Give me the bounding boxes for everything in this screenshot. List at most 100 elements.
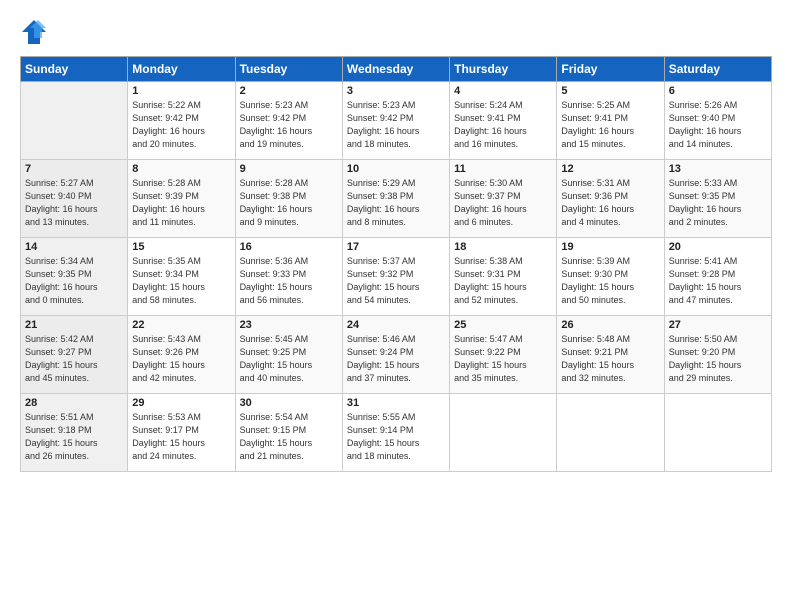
day-number: 20 [669,241,767,253]
day-info: Sunrise: 5:33 AMSunset: 9:35 PMDaylight:… [669,177,767,229]
col-header-monday: Monday [128,57,235,82]
day-number: 6 [669,85,767,97]
day-number: 19 [561,241,659,253]
day-info: Sunrise: 5:45 AMSunset: 9:25 PMDaylight:… [240,333,338,385]
calendar-page: SundayMondayTuesdayWednesdayThursdayFrid… [0,0,792,612]
calendar-cell: 24Sunrise: 5:46 AMSunset: 9:24 PMDayligh… [342,316,449,394]
day-info: Sunrise: 5:35 AMSunset: 9:34 PMDaylight:… [132,255,230,307]
day-number: 2 [240,85,338,97]
day-info: Sunrise: 5:47 AMSunset: 9:22 PMDaylight:… [454,333,552,385]
day-number: 26 [561,319,659,331]
day-info: Sunrise: 5:22 AMSunset: 9:42 PMDaylight:… [132,99,230,151]
day-number: 28 [25,397,123,409]
day-number: 5 [561,85,659,97]
col-header-friday: Friday [557,57,664,82]
day-info: Sunrise: 5:23 AMSunset: 9:42 PMDaylight:… [240,99,338,151]
day-info: Sunrise: 5:55 AMSunset: 9:14 PMDaylight:… [347,411,445,463]
calendar-cell: 6 Sunrise: 5:26 AMSunset: 9:40 PMDaylight… [664,82,771,160]
calendar-cell: 8 Sunrise: 5:28 AMSunset: 9:39 PMDaylight… [128,160,235,238]
day-info: Sunrise: 5:46 AMSunset: 9:24 PMDaylight:… [347,333,445,385]
calendar-cell: 3 Sunrise: 5:23 AMSunset: 9:42 PMDaylight… [342,82,449,160]
calendar-cell: 2 Sunrise: 5:23 AMSunset: 9:42 PMDaylight… [235,82,342,160]
col-header-tuesday: Tuesday [235,57,342,82]
week-row-2: 7 Sunrise: 5:27 AMSunset: 9:40 PMDaylight… [21,160,772,238]
calendar-cell: 14Sunrise: 5:34 AMSunset: 9:35 PMDayligh… [21,238,128,316]
calendar-cell: 11 Sunrise: 5:30 AMSunset: 9:37 PMDayligh… [450,160,557,238]
day-number: 22 [132,319,230,331]
day-info: Sunrise: 5:28 AMSunset: 9:38 PMDaylight:… [240,177,338,229]
calendar-cell: 16 Sunrise: 5:36 AMSunset: 9:33 PMDayligh… [235,238,342,316]
day-info: Sunrise: 5:51 AMSunset: 9:18 PMDaylight:… [25,411,123,463]
day-info: Sunrise: 5:34 AMSunset: 9:35 PMDaylight:… [25,255,123,307]
calendar-cell: 10 Sunrise: 5:29 AMSunset: 9:38 PMDayligh… [342,160,449,238]
day-number: 21 [25,319,123,331]
calendar-cell: 21 Sunrise: 5:42 AMSunset: 9:27 PMDayligh… [21,316,128,394]
calendar-cell: 26 Sunrise: 5:48 AMSunset: 9:21 PMDayligh… [557,316,664,394]
day-info: Sunrise: 5:31 AMSunset: 9:36 PMDaylight:… [561,177,659,229]
day-number: 1 [132,85,230,97]
calendar-cell: 13Sunrise: 5:33 AMSunset: 9:35 PMDayligh… [664,160,771,238]
day-number: 31 [347,397,445,409]
day-number: 16 [240,241,338,253]
day-number: 7 [25,163,123,175]
header-row: SundayMondayTuesdayWednesdayThursdayFrid… [21,57,772,82]
day-number: 9 [240,163,338,175]
day-info: Sunrise: 5:28 AMSunset: 9:39 PMDaylight:… [132,177,230,229]
day-info: Sunrise: 5:23 AMSunset: 9:42 PMDaylight:… [347,99,445,151]
calendar-cell: 15Sunrise: 5:35 AMSunset: 9:34 PMDayligh… [128,238,235,316]
col-header-wednesday: Wednesday [342,57,449,82]
day-number: 17 [347,241,445,253]
day-info: Sunrise: 5:41 AMSunset: 9:28 PMDaylight:… [669,255,767,307]
calendar-cell: 9 Sunrise: 5:28 AMSunset: 9:38 PMDaylight… [235,160,342,238]
week-row-1: 1 Sunrise: 5:22 AMSunset: 9:42 PMDaylight… [21,82,772,160]
day-info: Sunrise: 5:26 AMSunset: 9:40 PMDaylight:… [669,99,767,151]
calendar-cell: 23Sunrise: 5:45 AMSunset: 9:25 PMDayligh… [235,316,342,394]
calendar-cell: 12 Sunrise: 5:31 AMSunset: 9:36 PMDayligh… [557,160,664,238]
calendar-cell: 30 Sunrise: 5:54 AMSunset: 9:15 PMDayligh… [235,394,342,472]
calendar-table: SundayMondayTuesdayWednesdayThursdayFrid… [20,56,772,472]
day-info: Sunrise: 5:36 AMSunset: 9:33 PMDaylight:… [240,255,338,307]
calendar-cell: 28 Sunrise: 5:51 AMSunset: 9:18 PMDayligh… [21,394,128,472]
header [20,18,772,46]
calendar-cell [450,394,557,472]
day-info: Sunrise: 5:43 AMSunset: 9:26 PMDaylight:… [132,333,230,385]
day-info: Sunrise: 5:37 AMSunset: 9:32 PMDaylight:… [347,255,445,307]
calendar-cell: 20 Sunrise: 5:41 AMSunset: 9:28 PMDayligh… [664,238,771,316]
day-number: 29 [132,397,230,409]
week-row-5: 28 Sunrise: 5:51 AMSunset: 9:18 PMDayligh… [21,394,772,472]
logo-icon [20,18,48,46]
calendar-cell [21,82,128,160]
calendar-cell: 19 Sunrise: 5:39 AMSunset: 9:30 PMDayligh… [557,238,664,316]
day-number: 11 [454,163,552,175]
week-row-4: 21 Sunrise: 5:42 AMSunset: 9:27 PMDayligh… [21,316,772,394]
day-info: Sunrise: 5:39 AMSunset: 9:30 PMDaylight:… [561,255,659,307]
day-number: 12 [561,163,659,175]
day-number: 8 [132,163,230,175]
day-info: Sunrise: 5:25 AMSunset: 9:41 PMDaylight:… [561,99,659,151]
day-info: Sunrise: 5:29 AMSunset: 9:38 PMDaylight:… [347,177,445,229]
week-row-3: 14Sunrise: 5:34 AMSunset: 9:35 PMDayligh… [21,238,772,316]
calendar-cell [664,394,771,472]
calendar-cell: 4Sunrise: 5:24 AMSunset: 9:41 PMDaylight… [450,82,557,160]
day-info: Sunrise: 5:30 AMSunset: 9:37 PMDaylight:… [454,177,552,229]
calendar-cell: 1 Sunrise: 5:22 AMSunset: 9:42 PMDaylight… [128,82,235,160]
day-number: 18 [454,241,552,253]
day-info: Sunrise: 5:48 AMSunset: 9:21 PMDaylight:… [561,333,659,385]
day-info: Sunrise: 5:42 AMSunset: 9:27 PMDaylight:… [25,333,123,385]
calendar-cell: 29Sunrise: 5:53 AMSunset: 9:17 PMDayligh… [128,394,235,472]
calendar-cell: 7 Sunrise: 5:27 AMSunset: 9:40 PMDaylight… [21,160,128,238]
day-info: Sunrise: 5:27 AMSunset: 9:40 PMDaylight:… [25,177,123,229]
day-number: 30 [240,397,338,409]
day-number: 3 [347,85,445,97]
day-info: Sunrise: 5:38 AMSunset: 9:31 PMDaylight:… [454,255,552,307]
col-header-sunday: Sunday [21,57,128,82]
day-info: Sunrise: 5:50 AMSunset: 9:20 PMDaylight:… [669,333,767,385]
day-info: Sunrise: 5:54 AMSunset: 9:15 PMDaylight:… [240,411,338,463]
logo [20,18,52,46]
calendar-cell: 22 Sunrise: 5:43 AMSunset: 9:26 PMDayligh… [128,316,235,394]
calendar-cell: 18 Sunrise: 5:38 AMSunset: 9:31 PMDayligh… [450,238,557,316]
calendar-cell: 5 Sunrise: 5:25 AMSunset: 9:41 PMDaylight… [557,82,664,160]
calendar-cell: 25Sunrise: 5:47 AMSunset: 9:22 PMDayligh… [450,316,557,394]
day-info: Sunrise: 5:24 AMSunset: 9:41 PMDaylight:… [454,99,552,151]
day-number: 10 [347,163,445,175]
